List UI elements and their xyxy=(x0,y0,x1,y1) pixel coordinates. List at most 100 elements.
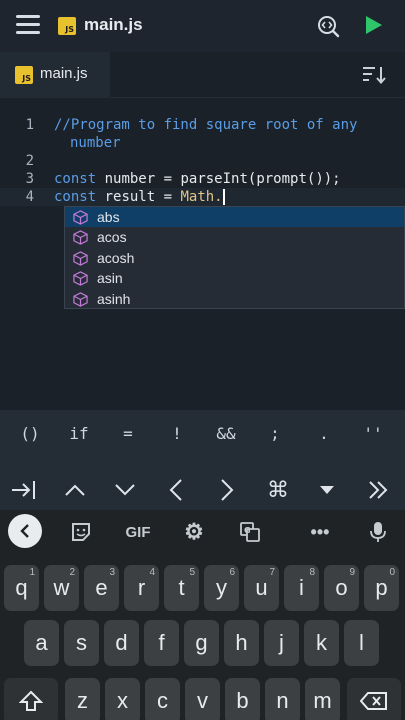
key-label: z xyxy=(77,688,88,713)
key-hint: 4 xyxy=(149,567,155,578)
svg-text:G: G xyxy=(244,526,251,535)
key-hint: 3 xyxy=(109,567,115,578)
key-y[interactable]: y6 xyxy=(204,565,239,611)
menu-icon[interactable] xyxy=(16,15,40,35)
line-number: 1 xyxy=(25,117,34,133)
code-line: 3 const number = parseInt(prompt()); xyxy=(0,170,405,188)
microphone-icon[interactable] xyxy=(361,518,395,546)
sticker-icon[interactable] xyxy=(64,518,98,546)
translate-icon[interactable]: G xyxy=(233,518,267,546)
gif-button[interactable]: GIF xyxy=(118,518,158,546)
shift-key[interactable] xyxy=(4,678,58,720)
symbol-key[interactable]: . xyxy=(304,424,344,443)
key-hint: 9 xyxy=(349,567,355,578)
autocomplete-label: acos xyxy=(97,229,127,246)
symbol-key[interactable]: if xyxy=(59,424,99,443)
keyboard-back-button[interactable] xyxy=(8,514,42,548)
key-label: w xyxy=(53,575,70,600)
keyword: const xyxy=(54,189,97,205)
key-label: h xyxy=(235,630,248,655)
key-j[interactable]: j xyxy=(264,620,299,666)
symbol-key[interactable]: () xyxy=(10,424,50,443)
key-x[interactable]: x xyxy=(105,678,140,720)
key-v[interactable]: v xyxy=(185,678,220,720)
key-i[interactable]: i8 xyxy=(284,565,319,611)
tab-main-js[interactable]: JS main.js xyxy=(0,52,110,98)
method-cube-icon xyxy=(73,230,88,246)
line-number: 2 xyxy=(25,153,34,169)
key-label: i xyxy=(299,575,304,600)
key-hint: 7 xyxy=(269,567,275,578)
key-z[interactable]: z xyxy=(65,678,100,720)
autocomplete-item[interactable]: asin xyxy=(65,268,404,288)
autocomplete-label: asinh xyxy=(97,290,131,307)
key-hint: 5 xyxy=(189,567,195,578)
sort-icon[interactable] xyxy=(362,66,386,84)
key-a[interactable]: a xyxy=(24,620,59,666)
keyword: const xyxy=(54,171,97,187)
comment-text: //Program to find square root of any xyxy=(54,117,358,133)
tab-label: main.js xyxy=(40,65,88,82)
key-m[interactable]: m xyxy=(305,678,340,720)
key-label: k xyxy=(316,630,327,655)
tab-indent-icon[interactable] xyxy=(4,472,44,508)
key-u[interactable]: u7 xyxy=(244,565,279,611)
key-h[interactable]: h xyxy=(224,620,259,666)
key-t[interactable]: t5 xyxy=(164,565,199,611)
key-label: s xyxy=(76,630,87,655)
key-g[interactable]: g xyxy=(184,620,219,666)
autocomplete-item[interactable]: asinh xyxy=(65,289,404,309)
key-label: x xyxy=(117,688,128,713)
key-label: p xyxy=(375,575,388,600)
symbol-key[interactable]: '' xyxy=(353,424,393,443)
key-c[interactable]: c xyxy=(145,678,180,720)
autocomplete-item[interactable]: acosh xyxy=(65,248,404,268)
symbol-key[interactable]: ! xyxy=(157,424,197,443)
key-p[interactable]: p0 xyxy=(364,565,399,611)
code-line-wrap: number xyxy=(0,134,405,152)
symbol-key[interactable]: ; xyxy=(255,424,295,443)
autocomplete-item[interactable]: acos xyxy=(65,227,404,247)
settings-gear-icon[interactable]: ⚙ xyxy=(177,518,211,546)
key-s[interactable]: s xyxy=(64,620,99,666)
key-r[interactable]: r4 xyxy=(124,565,159,611)
method-cube-icon xyxy=(73,251,88,266)
key-o[interactable]: o9 xyxy=(324,565,359,611)
text-cursor xyxy=(222,189,225,205)
function-call: parseInt(prompt()); xyxy=(180,171,341,187)
double-chevron-right-icon[interactable] xyxy=(358,472,398,508)
key-k[interactable]: k xyxy=(304,620,339,666)
key-b[interactable]: b xyxy=(225,678,260,720)
key-w[interactable]: w2 xyxy=(44,565,79,611)
soft-keyboard: GIF ⚙ G ••• q1w2e3r4t5y6u7i8o9p0asdfghjk… xyxy=(0,510,405,720)
symbol-key[interactable]: && xyxy=(206,424,246,443)
more-options-icon[interactable]: ••• xyxy=(303,518,337,546)
key-n[interactable]: n xyxy=(265,678,300,720)
key-d[interactable]: d xyxy=(104,620,139,666)
key-label: b xyxy=(236,688,249,713)
key-q[interactable]: q1 xyxy=(4,565,39,611)
cursor-down-icon[interactable] xyxy=(105,472,145,508)
backspace-key[interactable] xyxy=(347,678,401,720)
cursor-right-icon[interactable] xyxy=(207,472,247,508)
autocomplete-item[interactable]: abs xyxy=(65,207,404,228)
key-label: u xyxy=(255,575,268,600)
key-label: o xyxy=(335,575,348,600)
key-label: y xyxy=(216,575,227,600)
key-l[interactable]: l xyxy=(344,620,379,666)
operator: = xyxy=(155,189,181,205)
autocomplete-label: acosh xyxy=(97,249,135,266)
key-label: l xyxy=(359,630,364,655)
run-icon[interactable] xyxy=(366,16,382,34)
cursor-up-icon[interactable] xyxy=(55,472,95,508)
cursor-left-icon[interactable] xyxy=(156,472,196,508)
inspect-code-icon[interactable] xyxy=(316,14,340,38)
dropdown-icon[interactable] xyxy=(307,472,347,508)
symbol-key[interactable]: = xyxy=(108,424,148,443)
key-label: j xyxy=(279,630,284,655)
command-icon[interactable]: ⌘ xyxy=(258,472,298,508)
key-f[interactable]: f xyxy=(144,620,179,666)
key-e[interactable]: e3 xyxy=(84,565,119,611)
autocomplete-label: asin xyxy=(97,270,123,287)
key-label: e xyxy=(95,575,108,600)
